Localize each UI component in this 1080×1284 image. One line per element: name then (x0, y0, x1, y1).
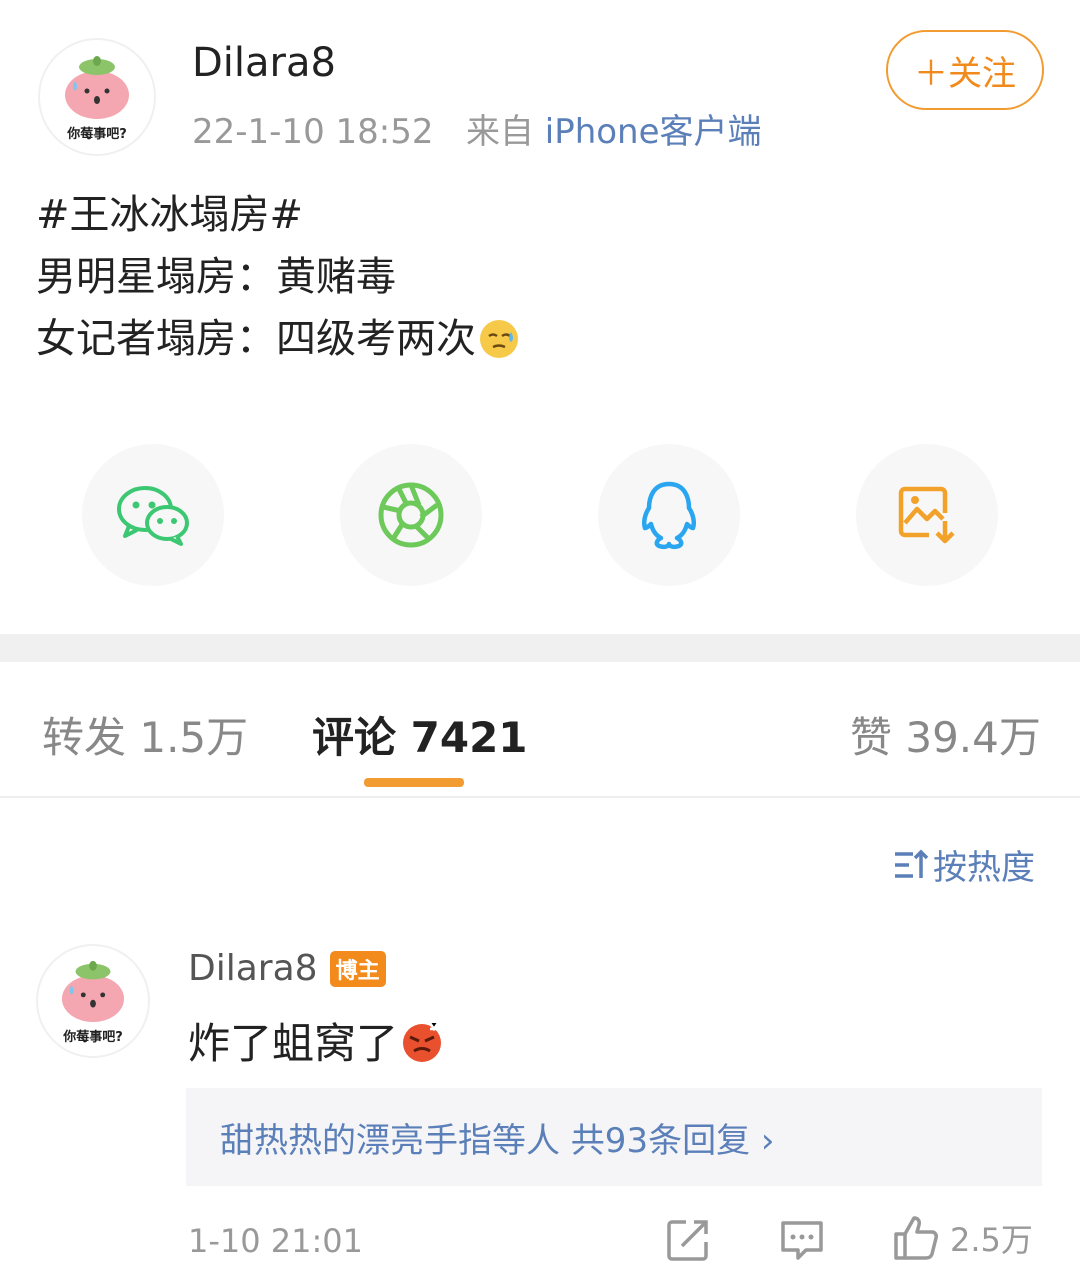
post-source[interactable]: iPhone客户端 (545, 112, 762, 152)
post-time: 22-1-10 18:52 (192, 112, 434, 152)
post-line-3-text: 女记者塌房：四级考两次 (36, 316, 476, 362)
like-count: 2.5万 (950, 1221, 1033, 1259)
comment-like-button[interactable]: 2.5万 (892, 1214, 1033, 1262)
tab-likes[interactable]: 赞 39.4万 (850, 704, 1041, 765)
wechat-icon (117, 486, 189, 546)
post-meta: 22-1-10 18:52 来自 iPhone客户端 (192, 104, 762, 153)
moments-icon (378, 482, 444, 548)
comment-author-row: Dilara8 博主 (188, 948, 386, 989)
post-line-2: 男明星塌房：黄赌毒 (36, 254, 396, 300)
tab-comments[interactable]: 评论 7421 (312, 704, 528, 765)
post-body: #王冰冰塌房# 男明星塌房：黄赌毒 女记者塌房：四级考两次 (36, 184, 520, 370)
tab-repost[interactable]: 转发 1.5万 (42, 704, 248, 765)
comment-icon (781, 1221, 823, 1260)
author-avatar[interactable]: 你莓事吧? (40, 40, 154, 154)
avatar-caption: 你莓事吧? (67, 126, 127, 142)
save-image-button[interactable] (856, 444, 998, 586)
post-line-3: 女记者塌房：四级考两次 (36, 308, 520, 370)
avatar-caption: 你莓事吧? (63, 1029, 123, 1045)
active-tab-indicator (364, 778, 464, 787)
comment-reply-button[interactable] (780, 1218, 824, 1266)
share-qq-button[interactable] (598, 444, 740, 586)
sort-toggle[interactable]: 按热度 (893, 840, 1035, 889)
share-wechat-button[interactable] (82, 444, 224, 586)
author-badge: 博主 (329, 950, 386, 987)
qq-icon (641, 481, 697, 550)
strawberry-icon (61, 960, 125, 1022)
sort-label: 按热度 (933, 848, 1035, 888)
strawberry-icon (65, 55, 129, 119)
sort-icon (895, 849, 929, 878)
post-hashtag[interactable]: #王冰冰塌房# (36, 184, 520, 246)
reply-preview[interactable]: 甜热热的漂亮手指等人 共93条回复 › (186, 1088, 1042, 1186)
sweat-emoji (480, 320, 518, 358)
follow-button[interactable]: ＋关注 (886, 30, 1044, 110)
comment-text: 炸了蛆窝了 (188, 1019, 399, 1068)
comment-text-row: 炸了蛆窝了 (188, 1010, 444, 1071)
comment-share-button[interactable] (666, 1218, 710, 1266)
save-image-icon (898, 486, 955, 544)
source-prefix: 来自 (465, 112, 534, 152)
comment-time: 1-10 21:01 (188, 1222, 364, 1260)
comment-author[interactable]: Dilara8 (188, 948, 318, 989)
thumbs-up-icon (894, 1216, 938, 1260)
share-moments-button[interactable] (340, 444, 482, 586)
author-name[interactable]: Dilara8 (192, 40, 336, 86)
angry-emoji (403, 1021, 442, 1062)
share-icon (667, 1220, 708, 1261)
commenter-avatar[interactable]: 你莓事吧? (38, 946, 148, 1056)
section-divider (0, 634, 1080, 662)
tabs-divider (0, 796, 1080, 798)
